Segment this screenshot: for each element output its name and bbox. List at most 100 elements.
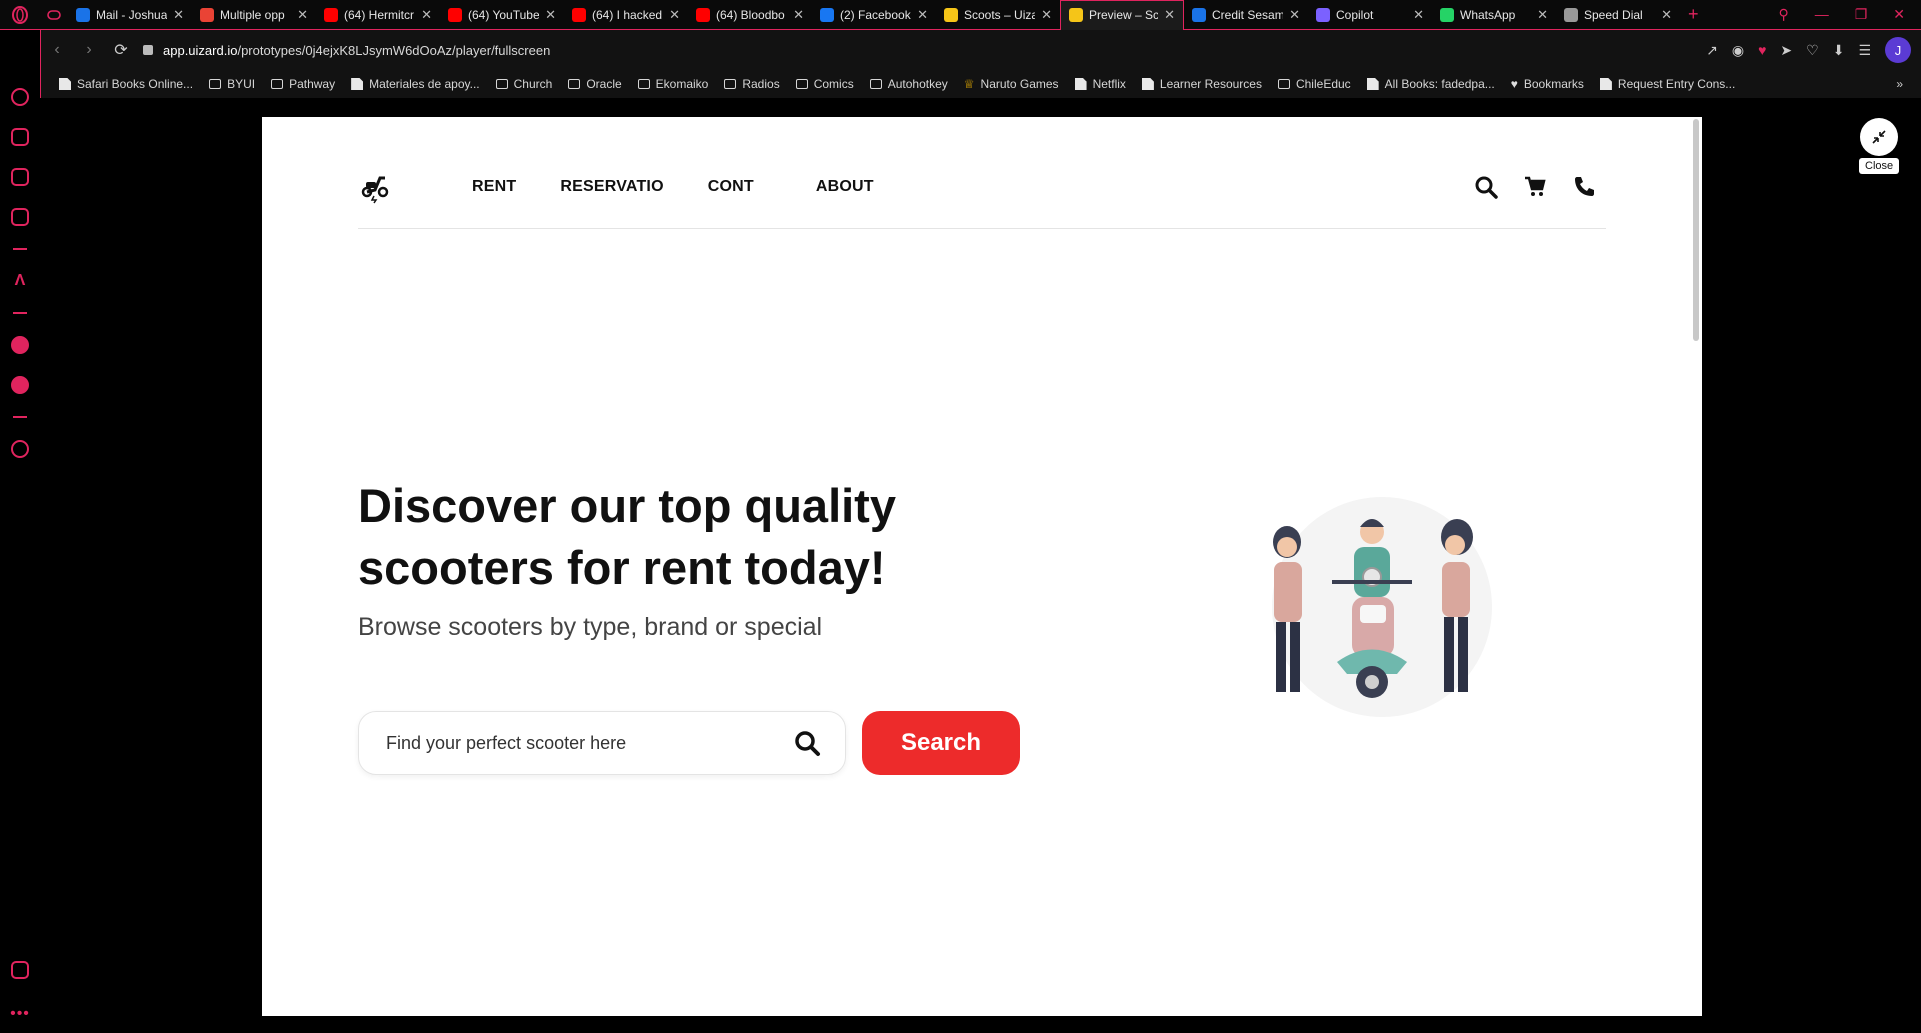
tab-close-icon[interactable]: ✕: [421, 7, 432, 23]
tab-favicon-icon: [696, 7, 710, 22]
download-icon[interactable]: ⬇: [1833, 42, 1845, 59]
new-tab-button[interactable]: +: [1680, 0, 1720, 30]
send-icon[interactable]: ➤: [1780, 42, 1792, 59]
tab-label: WhatsApp: [1460, 7, 1516, 22]
browser-tab[interactable]: Speed Dial ✕: [1556, 0, 1680, 30]
bookmark-label: Oracle: [586, 77, 622, 91]
tab-close-icon[interactable]: ✕: [173, 7, 184, 23]
lock-icon: [143, 45, 153, 55]
bookmark-item[interactable]: Ekomaiko: [637, 77, 708, 91]
tab-close-icon[interactable]: ✕: [1413, 7, 1424, 23]
close-window-icon[interactable]: ✕: [1893, 6, 1905, 23]
url-path: /prototypes/0j4ejxK8LJsymW6dOoAz/player/…: [237, 42, 551, 58]
reload-icon[interactable]: ⟳: [105, 40, 137, 60]
tab-close-icon[interactable]: ✕: [793, 7, 804, 23]
tab-favicon-icon: [324, 7, 338, 22]
gallery-icon[interactable]: [11, 961, 29, 979]
search-input[interactable]: [386, 732, 793, 754]
whatsapp-icon[interactable]: [11, 376, 29, 394]
exit-fullscreen-button[interactable]: [1860, 118, 1898, 156]
shield-icon[interactable]: ♥: [1758, 42, 1766, 58]
heart-icon[interactable]: ♡: [1806, 42, 1819, 59]
bookmark-item[interactable]: All Books: fadedpa...: [1366, 77, 1495, 91]
sidebar-bottom: •••: [10, 961, 30, 1023]
tab-favicon-icon: [1440, 7, 1454, 22]
search-button[interactable]: Search: [862, 711, 1020, 775]
prototype-page: RENT RESERVATIO CONT ABOUT Discover our …: [262, 117, 1702, 1016]
browser-tab[interactable]: (64) YouTube ✕: [440, 0, 564, 30]
scrollbar[interactable]: [1693, 119, 1699, 341]
browser-tab[interactable]: WhatsApp ✕: [1432, 0, 1556, 30]
folder-icon: [724, 79, 737, 89]
tab-close-icon[interactable]: ✕: [1537, 7, 1548, 23]
browser-tab[interactable]: (64) I hacked ✕: [564, 0, 688, 30]
nav-about[interactable]: ABOUT: [816, 178, 874, 196]
restore-icon[interactable]: ❐: [1855, 6, 1868, 23]
bookmark-item[interactable]: Learner Resources: [1141, 77, 1262, 91]
tab-label: (64) Bloodbo: [716, 7, 785, 22]
gx-control-icon[interactable]: [40, 0, 68, 30]
tab-close-icon[interactable]: ✕: [669, 7, 680, 23]
forward-icon[interactable]: ›: [73, 41, 105, 59]
more-dots-icon[interactable]: •••: [10, 1005, 30, 1023]
browser-tab[interactable]: (64) Hermitcr ✕: [316, 0, 440, 30]
opera-logo-icon[interactable]: [0, 0, 40, 30]
bookmark-item[interactable]: Pathway: [271, 77, 335, 91]
browser-tab[interactable]: (64) Bloodbo ✕: [688, 0, 812, 30]
cart-icon[interactable]: [1524, 176, 1546, 198]
browser-tab[interactable]: Copilot ✕: [1308, 0, 1432, 30]
scooter-logo-icon[interactable]: [358, 170, 392, 204]
avatar[interactable]: J: [1885, 37, 1911, 63]
more-bookmarks-icon[interactable]: »: [1896, 77, 1921, 91]
twitch-icon[interactable]: [11, 168, 29, 186]
settings-gear-icon[interactable]: [11, 440, 29, 458]
bookmark-item[interactable]: ChileEduc: [1277, 77, 1351, 91]
messenger-icon[interactable]: [11, 336, 29, 354]
tab-label: Copilot: [1336, 7, 1374, 22]
page-icon: [1141, 78, 1154, 90]
shopping-bag-icon[interactable]: [11, 128, 29, 146]
aria-icon[interactable]: Λ: [15, 272, 26, 290]
tab-close-icon[interactable]: ✕: [1164, 7, 1175, 23]
bookmark-item[interactable]: Netflix: [1074, 77, 1126, 91]
browser-tab[interactable]: Credit Sesam ✕: [1184, 0, 1308, 30]
bookmark-item[interactable]: Church: [495, 77, 552, 91]
bookmark-item[interactable]: ♕ Naruto Games: [964, 77, 1059, 91]
browser-tab[interactable]: Multiple opp ✕: [192, 0, 316, 30]
back-icon[interactable]: ‹: [41, 41, 73, 59]
bookmark-item[interactable]: Autohotkey: [869, 77, 948, 91]
bookmark-item[interactable]: Radios: [724, 77, 780, 91]
bookmark-item[interactable]: Request Entry Cons...: [1599, 77, 1735, 91]
share-icon[interactable]: ↗: [1706, 42, 1718, 59]
bookmark-item[interactable]: Materiales de apoy...: [351, 77, 480, 91]
bookmark-item[interactable]: BYUI: [209, 77, 255, 91]
search-tabs-icon[interactable]: ⚲: [1778, 6, 1788, 23]
phone-icon[interactable]: [1572, 175, 1596, 199]
search-icon[interactable]: [793, 729, 821, 757]
browser-tab[interactable]: Preview – Sco ✕: [1060, 0, 1184, 30]
nav-reservations[interactable]: RESERVATIO: [560, 178, 663, 196]
tab-close-icon[interactable]: ✕: [917, 7, 928, 23]
tab-close-icon[interactable]: ✕: [1661, 7, 1672, 23]
tab-close-icon[interactable]: ✕: [1289, 7, 1300, 23]
nav-contact[interactable]: CONT: [708, 178, 754, 196]
bookmark-item[interactable]: Oracle: [568, 77, 622, 91]
menu-icon[interactable]: ☰: [1858, 42, 1871, 59]
tab-label: (64) Hermitcr: [344, 7, 415, 22]
browser-tab[interactable]: (2) Facebook ✕: [812, 0, 936, 30]
tab-close-icon[interactable]: ✕: [545, 7, 556, 23]
tab-close-icon[interactable]: ✕: [1041, 7, 1052, 23]
tab-close-icon[interactable]: ✕: [297, 7, 308, 23]
bookmark-item[interactable]: Safari Books Online...: [59, 77, 193, 91]
calendar-icon[interactable]: [11, 208, 29, 226]
speedometer-icon[interactable]: [11, 88, 29, 106]
nav-rent[interactable]: RENT: [472, 178, 516, 196]
bookmark-item[interactable]: ♥ Bookmarks: [1511, 77, 1584, 91]
browser-tab[interactable]: Mail - Joshua ✕: [68, 0, 192, 30]
url-field[interactable]: app.uizard.io/prototypes/0j4ejxK8LJsymW6…: [163, 43, 550, 58]
camera-icon[interactable]: ◉: [1732, 42, 1744, 59]
minimize-icon[interactable]: —: [1815, 6, 1829, 23]
bookmark-item[interactable]: Comics: [795, 77, 854, 91]
browser-tab[interactable]: Scoots – Uiza ✕: [936, 0, 1060, 30]
search-icon[interactable]: [1474, 175, 1498, 199]
